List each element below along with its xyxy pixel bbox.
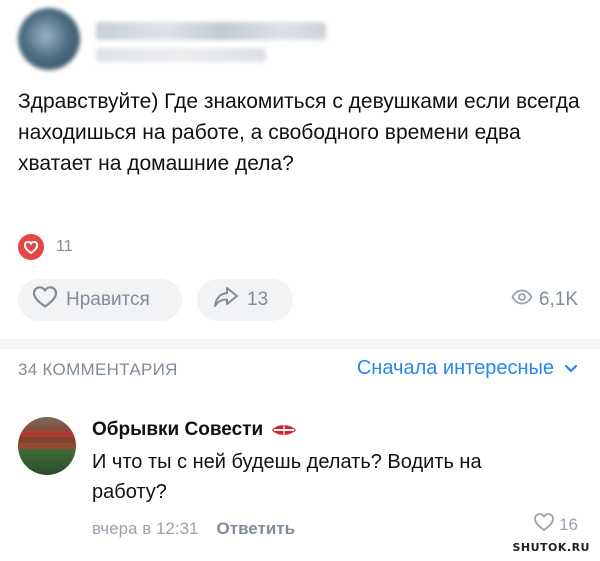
eye-icon [511, 289, 533, 311]
heart-icon [32, 285, 58, 315]
section-divider [0, 339, 600, 349]
shares-count: 13 [247, 289, 269, 310]
commenter-avatar[interactable] [18, 417, 76, 475]
comment-like-button[interactable]: 16 [533, 512, 578, 537]
comments-count: 34 КОММЕНТАРИЯ [18, 360, 178, 379]
spartak-badge-icon [271, 422, 297, 438]
commenter-name[interactable]: Обрывки Совести [92, 419, 263, 441]
reactions-count: 11 [56, 238, 73, 255]
comment-text: И что ты с ней будешь делать? Водить на … [92, 451, 482, 503]
heart-icon [533, 512, 555, 537]
comment-likes-count: 16 [559, 514, 578, 534]
comment-body: Обрывки Совести И что ты с ней будешь де… [92, 417, 588, 539]
post-reactions[interactable]: 11 [18, 233, 73, 261]
sort-label: Сначала интересные [356, 357, 554, 379]
comment-time: вчера в 12:31 [92, 519, 199, 538]
share-button[interactable]: 13 [197, 279, 293, 321]
watermark: SHUTOK.RU [512, 541, 590, 554]
heart-reaction-icon [18, 234, 44, 260]
post-text: Здравствуйте) Где знакомиться с девушкам… [18, 90, 580, 175]
author-name-blurred[interactable] [96, 22, 326, 40]
comment-meta: вчера в 12:31 Ответить [92, 519, 588, 539]
share-arrow-icon [213, 285, 239, 315]
views-counter: 6,1K [511, 289, 578, 311]
like-button[interactable]: Нравится [18, 279, 182, 321]
like-button-label: Нравится [66, 289, 150, 310]
post-date-blurred [96, 48, 266, 62]
author-avatar-blurred[interactable] [18, 8, 80, 70]
post-header [18, 8, 582, 78]
views-count: 6,1K [538, 289, 578, 310]
reply-button[interactable]: Ответить [217, 519, 296, 539]
chevron-down-icon [564, 364, 578, 374]
sort-dropdown[interactable]: Сначала интересные [357, 357, 578, 380]
comment-author-row: Обрывки Совести [92, 417, 588, 443]
